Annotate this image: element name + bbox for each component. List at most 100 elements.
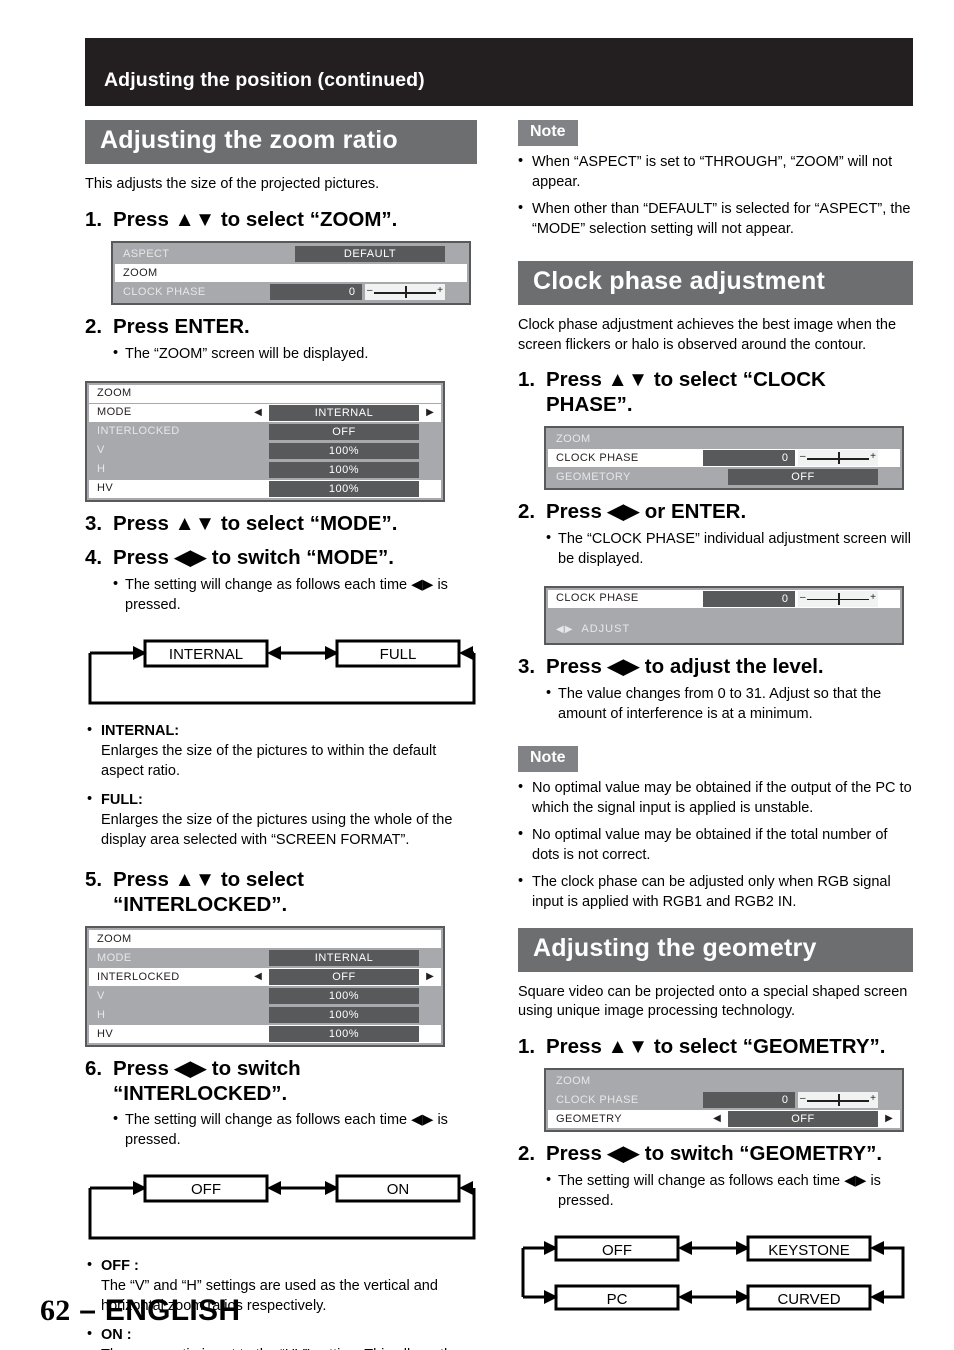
- clock-step-2: 2. Press ◀▶ or ENTER. The “CLOCK PHASE” …: [518, 500, 913, 577]
- osd-row-label: H: [97, 1008, 106, 1021]
- osd-row-value: 100%: [269, 461, 419, 478]
- slider-knob: [838, 1094, 840, 1107]
- section-heading-clock-phase: Clock phase adjustment: [518, 261, 913, 305]
- osd-row-value: INTERNAL: [269, 404, 419, 421]
- slider-knob: [405, 286, 407, 299]
- note-item: When “ASPECT” is set to “THROUGH”, “ZOOM…: [518, 151, 913, 192]
- osd-slider: – +: [798, 590, 878, 607]
- osd-menu-title-label: ZOOM: [97, 932, 132, 945]
- note-block-zoom: Note When “ASPECT” is set to “THROUGH”, …: [518, 120, 913, 239]
- left-arrow-icon: ◀: [247, 465, 269, 475]
- osd-row: MODE ◀ INTERNAL ▶: [89, 949, 441, 968]
- right-arrow-icon: ▶: [419, 953, 441, 963]
- osd-row: V ◀ 100% ▶: [89, 441, 441, 460]
- note-item: No optimal value may be obtained if the …: [518, 824, 913, 865]
- osd-row-label: ZOOM: [556, 1074, 591, 1087]
- mode-desc: Enlarges the size of the pictures using …: [101, 811, 453, 848]
- osd-row: H ◀ 100% ▶: [89, 460, 441, 479]
- osd-row-label: MODE: [97, 406, 132, 419]
- osd-clock-phase-individual: CLOCK PHASE 0 – + ◀▶ ADJUST: [544, 585, 904, 645]
- right-arrow-icon: ▶: [419, 1029, 441, 1039]
- left-right-arrow-icon: ◀▶: [556, 623, 574, 635]
- osd-zoom-menu-mode: ZOOM MODE ◀ INTERNAL ▶ INTERLOCKED ◀ OFF…: [85, 380, 445, 502]
- osd-row-value: DEFAULT: [295, 246, 445, 263]
- left-arrow-icon: ◀: [713, 1113, 721, 1125]
- step-2-subtext: The “ZOOM” screen will be displayed.: [113, 343, 477, 364]
- flow-box-label: ON: [387, 1181, 410, 1198]
- footer-separator: –: [79, 1294, 97, 1327]
- osd-row-label: CLOCK PHASE: [556, 592, 639, 605]
- osd-menu-title-label: ZOOM: [97, 387, 132, 400]
- mode-desc: Enlarges the size of the pictures to wit…: [101, 742, 437, 779]
- note-item: No optimal value may be obtained if the …: [518, 777, 913, 818]
- right-arrow-icon: ▶: [419, 446, 441, 456]
- slider-knob: [838, 452, 840, 465]
- osd-row: HV ◀ 100% ▶: [89, 479, 441, 498]
- clock-step-3-subtext: The value changes from 0 to 31. Adjust s…: [546, 683, 913, 724]
- mode-description-internal: INTERNAL: Enlarges the size of the pictu…: [87, 720, 477, 781]
- right-arrow-icon: ▶: [419, 991, 441, 1001]
- page-number: 62: [40, 1294, 71, 1327]
- section-heading-geometry: Adjusting the geometry: [518, 927, 913, 972]
- osd-adjust-label: ADJUST: [581, 622, 631, 635]
- osd-row: H ◀ 100% ▶: [89, 1006, 441, 1025]
- right-arrow-icon: ▶: [419, 427, 441, 437]
- clock-step-3: 3. Press ◀▶ to adjust the level. The val…: [518, 655, 913, 732]
- step-4-text: Press ◀▶ to switch “MODE”.: [113, 546, 395, 570]
- running-head-title: Adjusting the position (continued): [104, 68, 425, 91]
- osd-row-value: 100%: [269, 1026, 419, 1043]
- osd-row-selected: GEOMETRY ◀ OFF ▶: [548, 1110, 900, 1129]
- left-arrow-icon: ◀: [247, 446, 269, 456]
- geometry-step-1: 1. Press ▲▼ to select “GEOMETRY”.: [518, 1035, 913, 1060]
- osd-row: CLOCK PHASE 0 – +: [115, 283, 467, 302]
- mode-term: INTERNAL:: [101, 722, 180, 739]
- step-3: 3. Press ▲▼ to select “MODE”.: [85, 512, 477, 537]
- minus-icon: –: [800, 451, 806, 463]
- osd-row-label: ZOOM: [123, 266, 158, 279]
- osd-row-value: 100%: [269, 480, 419, 497]
- osd-row-selected: CLOCK PHASE 0 – +: [548, 589, 900, 608]
- flow-diagram-mode: INTERNAL FULL: [85, 637, 477, 712]
- osd-row-label: GEOMETORY: [556, 470, 631, 483]
- osd-row-selected: ZOOM: [115, 264, 467, 283]
- osd-slider: – +: [798, 1092, 878, 1109]
- geometry-step-1-number: 1.: [518, 1034, 536, 1058]
- left-arrow-icon: ◀: [254, 971, 262, 983]
- right-arrow-icon: ▶: [426, 406, 434, 418]
- clock-step-3-text: Press ◀▶ to adjust the level.: [546, 654, 824, 678]
- left-arrow-icon: ◀: [247, 1029, 269, 1039]
- osd-row-label: CLOCK PHASE: [123, 285, 206, 298]
- running-head-bar: Adjusting the position (continued): [85, 38, 913, 106]
- clock-step-1-text: Press ▲▼ to select “CLOCK PHASE”.: [546, 368, 826, 416]
- osd-row-label: INTERLOCKED: [97, 425, 180, 438]
- plus-icon: +: [870, 451, 876, 463]
- osd-row: CLOCK PHASE 0 – +: [548, 1091, 900, 1110]
- left-arrow-icon: ◀: [273, 249, 295, 259]
- osd-row: ZOOM: [548, 430, 900, 449]
- left-arrow-icon: ◀: [247, 427, 269, 437]
- manual-page: Adjusting the position (continued) Adjus…: [0, 0, 954, 1350]
- geometry-intro: Square video can be projected onto a spe…: [518, 983, 908, 1020]
- osd-row-value: 100%: [269, 442, 419, 459]
- osd-row-value: 100%: [269, 1007, 419, 1024]
- osd-row: INTERLOCKED ◀ OFF ▶: [89, 422, 441, 441]
- step-1-number: 1.: [85, 207, 103, 231]
- osd-menu-title: ZOOM: [89, 930, 441, 949]
- step-1: 1. Press ▲▼ to select “ZOOM”.: [85, 208, 477, 233]
- osd-menu-title: ZOOM: [89, 384, 441, 403]
- clock-step-1: 1. Press ▲▼ to select “CLOCK PHASE”.: [518, 368, 913, 417]
- osd-row-value: OFF: [728, 469, 878, 486]
- osd-row-value: INTERNAL: [269, 950, 419, 967]
- interlocked-description-on: ON : The zoom ratio is set to the “HV” s…: [87, 1324, 477, 1350]
- left-arrow-icon: ◀: [706, 472, 728, 482]
- geometry-step-1-text: Press ▲▼ to select “GEOMETRY”.: [546, 1034, 886, 1058]
- step-2: 2. Press ENTER. The “ZOOM” screen will b…: [85, 315, 477, 372]
- left-arrow-icon: ◀: [247, 953, 269, 963]
- geometry-step-2-text: Press ◀▶ to switch “GEOMETRY”.: [546, 1142, 883, 1166]
- flow-box-label: PC: [607, 1291, 628, 1308]
- osd-row-value: OFF: [728, 1111, 878, 1128]
- osd-row-number: 0: [703, 1092, 795, 1109]
- flow-box-label: CURVED: [777, 1291, 840, 1308]
- note-item: When other than “DEFAULT” is selected fo…: [518, 198, 913, 239]
- minus-icon: –: [800, 591, 806, 603]
